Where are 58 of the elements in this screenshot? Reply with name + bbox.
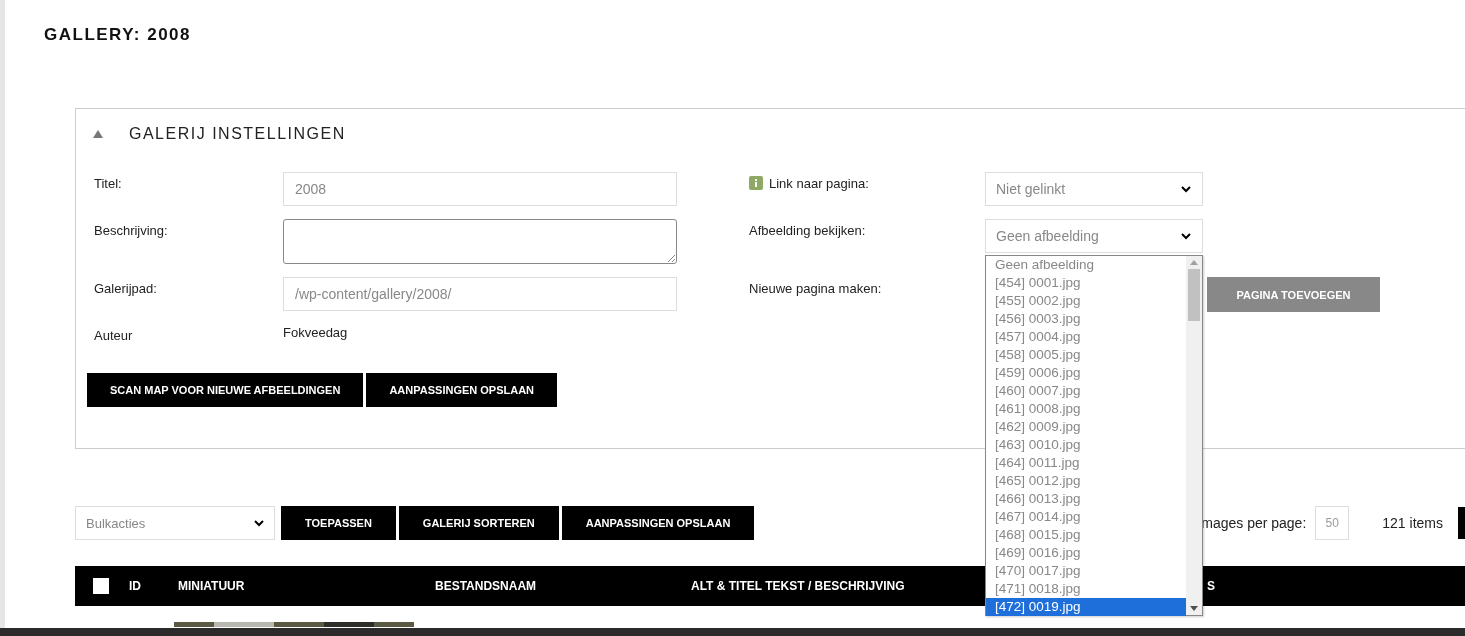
action-button[interactable]: SCAN MAP VOOR NIEUWE AFBEELDINGEN xyxy=(87,373,364,407)
dropdown-option[interactable]: [461] 0008.jpg xyxy=(986,400,1186,418)
dropdown-option[interactable]: [468] 0015.jpg xyxy=(986,526,1186,544)
input-field[interactable]: 2008 xyxy=(283,172,677,206)
action-button[interactable]: TOEPASSEN xyxy=(281,506,396,540)
field-label: Beschrijving: xyxy=(94,222,169,238)
action-button[interactable]: GALERIJ SORTEREN xyxy=(398,506,559,540)
chevron-down-icon xyxy=(254,519,264,527)
item-count: 121 items xyxy=(1382,515,1443,531)
chevron-down-icon xyxy=(1181,232,1191,240)
field-label: Galerijpad: xyxy=(94,280,158,296)
dropdown-option[interactable]: [466] 0013.jpg xyxy=(986,490,1186,508)
dropdown-option[interactable]: Geen afbeelding xyxy=(986,256,1186,274)
dropdown-option[interactable]: [456] 0003.jpg xyxy=(986,310,1186,328)
dropdown-option[interactable]: [455] 0002.jpg xyxy=(986,292,1186,310)
select-field[interactable]: Geen afbeelding xyxy=(985,219,1203,253)
section-title: GALERIJ INSTELLINGEN xyxy=(129,125,346,143)
column-header[interactable]: ID xyxy=(129,579,141,593)
dropdown-option[interactable]: [465] 0012.jpg xyxy=(986,472,1186,490)
dropdown-option[interactable]: [464] 0011.jpg xyxy=(986,454,1186,472)
chevron-down-icon xyxy=(1181,185,1191,193)
field-label: Nieuwe pagina maken: xyxy=(749,281,882,296)
bulk-actions-select[interactable]: Bulkacties xyxy=(75,506,275,540)
dropdown-option[interactable]: [457] 0004.jpg xyxy=(986,328,1186,346)
column-header[interactable]: MINIATUUR xyxy=(178,579,245,593)
dropdown-option[interactable]: [467] 0014.jpg xyxy=(986,508,1186,526)
column-header[interactable]: ALT & TITEL TEKST / BESCHRIJVING xyxy=(691,579,905,593)
add-page-button[interactable]: PAGINA TOEVOEGEN xyxy=(1207,277,1380,312)
field-label: Link naar pagina: xyxy=(769,176,869,191)
column-header[interactable]: S xyxy=(1207,579,1215,593)
collapse-icon[interactable] xyxy=(93,130,103,138)
dropdown-option[interactable]: [462] 0009.jpg xyxy=(986,418,1186,436)
per-page-field[interactable]: 50 xyxy=(1315,506,1350,540)
select-field[interactable]: Niet gelinkt xyxy=(985,172,1203,206)
select-all-checkbox[interactable] xyxy=(93,578,109,594)
dropdown-option[interactable]: [460] 0007.jpg xyxy=(986,382,1186,400)
page-title: GALLERY: 2008 xyxy=(44,25,193,45)
scrollbar[interactable] xyxy=(1186,256,1202,615)
dropdown-option[interactable]: [459] 0006.jpg xyxy=(986,364,1186,382)
action-button[interactable]: AANPASSINGEN OPSLAAN xyxy=(366,373,558,407)
dropdown-option[interactable]: [470] 0017.jpg xyxy=(986,562,1186,580)
scroll-thumb[interactable] xyxy=(1188,269,1200,321)
dropdown-option[interactable]: [471] 0018.jpg xyxy=(986,580,1186,598)
dropdown-option[interactable]: [469] 0016.jpg xyxy=(986,544,1186,562)
dropdown-option[interactable]: [454] 0001.jpg xyxy=(986,274,1186,292)
dropdown-option[interactable]: [472] 0019.jpg xyxy=(986,598,1186,616)
field-label: Auteur xyxy=(94,327,134,343)
textarea-field[interactable] xyxy=(283,219,677,264)
dropdown-option[interactable]: [463] 0010.jpg xyxy=(986,436,1186,454)
field-label: Titel: xyxy=(94,175,123,191)
resize-grip-icon[interactable] xyxy=(667,254,675,262)
column-header[interactable]: BESTANDSNAAM xyxy=(435,579,537,593)
author-value: Fokveedag xyxy=(283,324,348,340)
scroll-up-icon[interactable] xyxy=(1190,260,1198,265)
dropdown-option[interactable]: [458] 0005.jpg xyxy=(986,346,1186,364)
field-label: Afbeelding bekijken: xyxy=(749,223,866,238)
input-field[interactable]: /wp-content/gallery/2008/ xyxy=(283,277,677,311)
action-button[interactable]: AANPASSINGEN OPSLAAN xyxy=(561,506,755,540)
